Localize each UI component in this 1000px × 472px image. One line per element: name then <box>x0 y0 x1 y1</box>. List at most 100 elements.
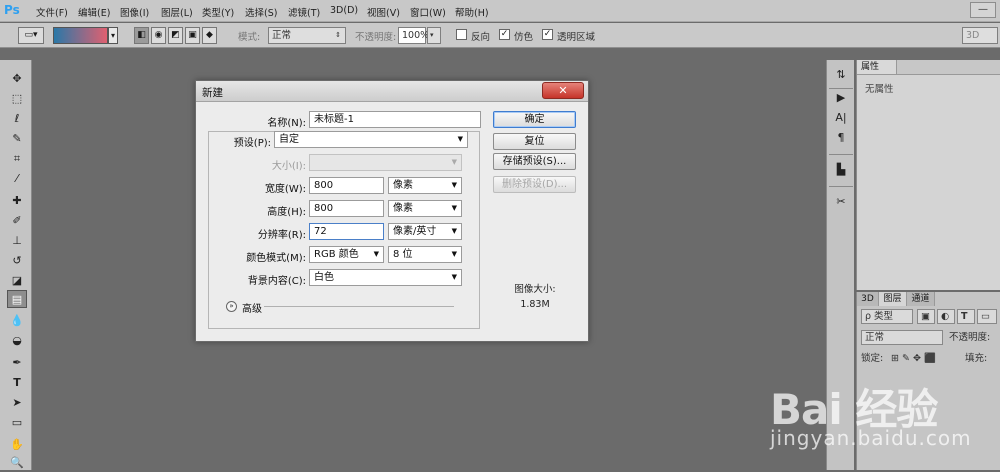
gradient-dropdown-icon[interactable]: ▾ <box>108 27 118 44</box>
brush-tool-icon[interactable]: ✐ <box>7 212 27 230</box>
reset-button[interactable]: 复位 <box>493 133 576 150</box>
type-tool-icon[interactable]: T <box>7 374 27 392</box>
tool-presets-panel-icon[interactable]: ✂ <box>833 194 849 210</box>
color-mode-select[interactable]: RGB 颜色 ▼ <box>309 246 384 263</box>
eyedropper-tool-icon[interactable]: ⁄ <box>7 170 27 188</box>
path-select-tool-icon[interactable]: ➤ <box>7 394 27 412</box>
menu-filter[interactable]: 滤镜(T) <box>288 5 320 19</box>
filter-shape-icon[interactable]: ▭ <box>977 309 997 324</box>
clone-stamp-tool-icon[interactable]: ⊥ <box>7 232 27 250</box>
menu-layer[interactable]: 图层(L) <box>161 5 193 19</box>
filter-pixel-icon[interactable]: ▣ <box>917 309 935 324</box>
baidu-watermark: Bai 经验 jingyan.baidu.com <box>770 362 995 462</box>
height-unit-select[interactable]: 像素 ▼ <box>388 200 462 217</box>
resolution-input[interactable]: 72 <box>309 223 384 240</box>
crop-tool-icon[interactable]: ⌗ <box>7 150 27 168</box>
dither-checkbox[interactable]: ✓ <box>499 29 510 40</box>
transparency-checkbox[interactable]: ✓ <box>542 29 553 40</box>
diamond-gradient-icon[interactable]: ◆ <box>202 27 217 44</box>
color-mode-label: 颜色模式(M): <box>246 253 306 264</box>
preset-label: 预设(P): <box>216 134 271 149</box>
tab-3d[interactable]: 3D <box>857 292 879 306</box>
menu-image[interactable]: 图像(I) <box>120 5 149 19</box>
resolution-unit-select[interactable]: 像素/英寸 ▼ <box>388 223 462 240</box>
menu-3d[interactable]: 3D(D) <box>330 5 358 16</box>
name-input[interactable]: 未标题-1 <box>309 111 481 128</box>
hand-tool-icon[interactable]: ✋ <box>7 436 27 454</box>
menu-help[interactable]: 帮助(H) <box>455 5 489 19</box>
tab-layers[interactable]: 图层 <box>879 292 907 306</box>
toolbox: ✥ ⬚ ℓ ✎ ⌗ ⁄ ✚ ✐ ⊥ ↺ ◪ ▤ 💧 ◒ ✒ T ➤ ▭ ✋ 🔍 <box>0 60 32 470</box>
dither-label: 仿色 <box>514 32 534 43</box>
character-panel-icon[interactable]: A| <box>833 110 849 126</box>
dodge-tool-icon[interactable]: ◒ <box>7 332 27 350</box>
quick-select-tool-icon[interactable]: ✎ <box>7 130 27 148</box>
preset-select[interactable]: 自定 ▼ <box>274 131 468 148</box>
width-unit-select[interactable]: 像素 ▼ <box>388 177 462 194</box>
gradient-swatch[interactable] <box>53 27 108 44</box>
linear-gradient-icon[interactable]: ◧ <box>134 27 149 44</box>
history-panel-icon[interactable]: ⇅ <box>833 67 849 83</box>
gradient-tool-icon[interactable]: ▤ <box>7 290 27 308</box>
healing-brush-tool-icon[interactable]: ✚ <box>7 192 27 210</box>
advanced-divider <box>264 306 454 307</box>
new-document-dialog: 新建 ✕ 名称(N): 未标题-1 预设(P): 自定 ▼ 大小(I): ▼ 宽度… <box>195 80 589 342</box>
menu-window[interactable]: 窗口(W) <box>410 5 446 19</box>
tool-preset-icon[interactable]: ▭▾ <box>18 27 44 44</box>
transparency-label: 透明区域 <box>557 32 596 43</box>
zoom-tool-icon[interactable]: 🔍 <box>7 454 27 472</box>
eraser-tool-icon[interactable]: ◪ <box>7 272 27 290</box>
menu-bar: Ps 文件(F) 编辑(E) 图像(I) 图层(L) 类型(Y) 选择(S) 滤… <box>0 0 1000 22</box>
actions-panel-icon[interactable]: ▶ <box>833 90 849 106</box>
blend-mode-select[interactable]: 正常 <box>861 330 943 345</box>
history-brush-tool-icon[interactable]: ↺ <box>7 252 27 270</box>
menu-view[interactable]: 视图(V) <box>367 5 400 19</box>
marquee-tool-icon[interactable]: ⬚ <box>7 90 27 108</box>
properties-body: 无属性 <box>857 74 1000 290</box>
size-select[interactable]: ▼ <box>309 154 462 171</box>
menu-select[interactable]: 选择(S) <box>245 5 277 19</box>
resolution-label: 分辨率(R): <box>257 230 306 241</box>
layer-filter-select[interactable]: ρ 类型 <box>861 309 913 324</box>
expand-advanced-icon[interactable]: » <box>226 301 237 312</box>
watermark-url: jingyan.baidu.com <box>770 426 972 450</box>
rectangle-tool-icon[interactable]: ▭ <box>7 414 27 432</box>
ok-button[interactable]: 确定 <box>493 111 576 128</box>
background-select[interactable]: 白色 ▼ <box>309 269 462 286</box>
filter-type-icon[interactable]: T <box>957 309 975 324</box>
mode-select[interactable]: 正常 ⇕ <box>268 27 346 44</box>
width-input[interactable]: 800 <box>309 177 384 194</box>
tab-channels[interactable]: 通道 <box>907 292 935 306</box>
advanced-label[interactable]: 高级 <box>242 300 262 315</box>
image-size-value: 1.83M <box>520 299 550 310</box>
radial-gradient-icon[interactable]: ◉ <box>151 27 166 44</box>
minimize-button[interactable]: — <box>970 2 996 18</box>
lasso-tool-icon[interactable]: ℓ <box>7 110 27 128</box>
delete-preset-button[interactable]: 删除预设(D)... <box>493 176 576 193</box>
angle-gradient-icon[interactable]: ◩ <box>168 27 183 44</box>
dialog-titlebar: 新建 ✕ <box>196 81 588 102</box>
image-size-label: 图像大小: <box>514 284 556 295</box>
layer-comps-panel-icon[interactable]: ▙ <box>833 162 849 178</box>
filter-adjust-icon[interactable]: ◐ <box>937 309 955 324</box>
menu-type[interactable]: 类型(Y) <box>202 5 234 19</box>
opacity-input[interactable]: 100% <box>398 27 429 44</box>
workspace-select[interactable]: 3D <box>962 27 998 44</box>
reflected-gradient-icon[interactable]: ▣ <box>185 27 200 44</box>
close-button[interactable]: ✕ <box>542 82 584 99</box>
save-preset-button[interactable]: 存储预设(S)... <box>493 153 576 170</box>
opacity-dropdown-icon[interactable]: ▾ <box>427 27 441 44</box>
menu-file[interactable]: 文件(F) <box>36 5 68 19</box>
bit-depth-select[interactable]: 8 位 ▼ <box>388 246 462 263</box>
blur-tool-icon[interactable]: 💧 <box>7 312 27 330</box>
no-properties-text: 无属性 <box>865 84 894 95</box>
menu-edit[interactable]: 编辑(E) <box>78 5 110 19</box>
move-tool-icon[interactable]: ✥ <box>7 70 27 88</box>
reverse-checkbox[interactable] <box>456 29 467 40</box>
photoshop-logo: Ps <box>4 3 20 17</box>
pen-tool-icon[interactable]: ✒ <box>7 354 27 372</box>
height-input[interactable]: 800 <box>309 200 384 217</box>
properties-tab[interactable]: 属性 <box>857 60 897 74</box>
layer-opacity-label: 不透明度: <box>949 332 991 343</box>
paragraph-panel-icon[interactable]: ¶ <box>833 130 849 146</box>
